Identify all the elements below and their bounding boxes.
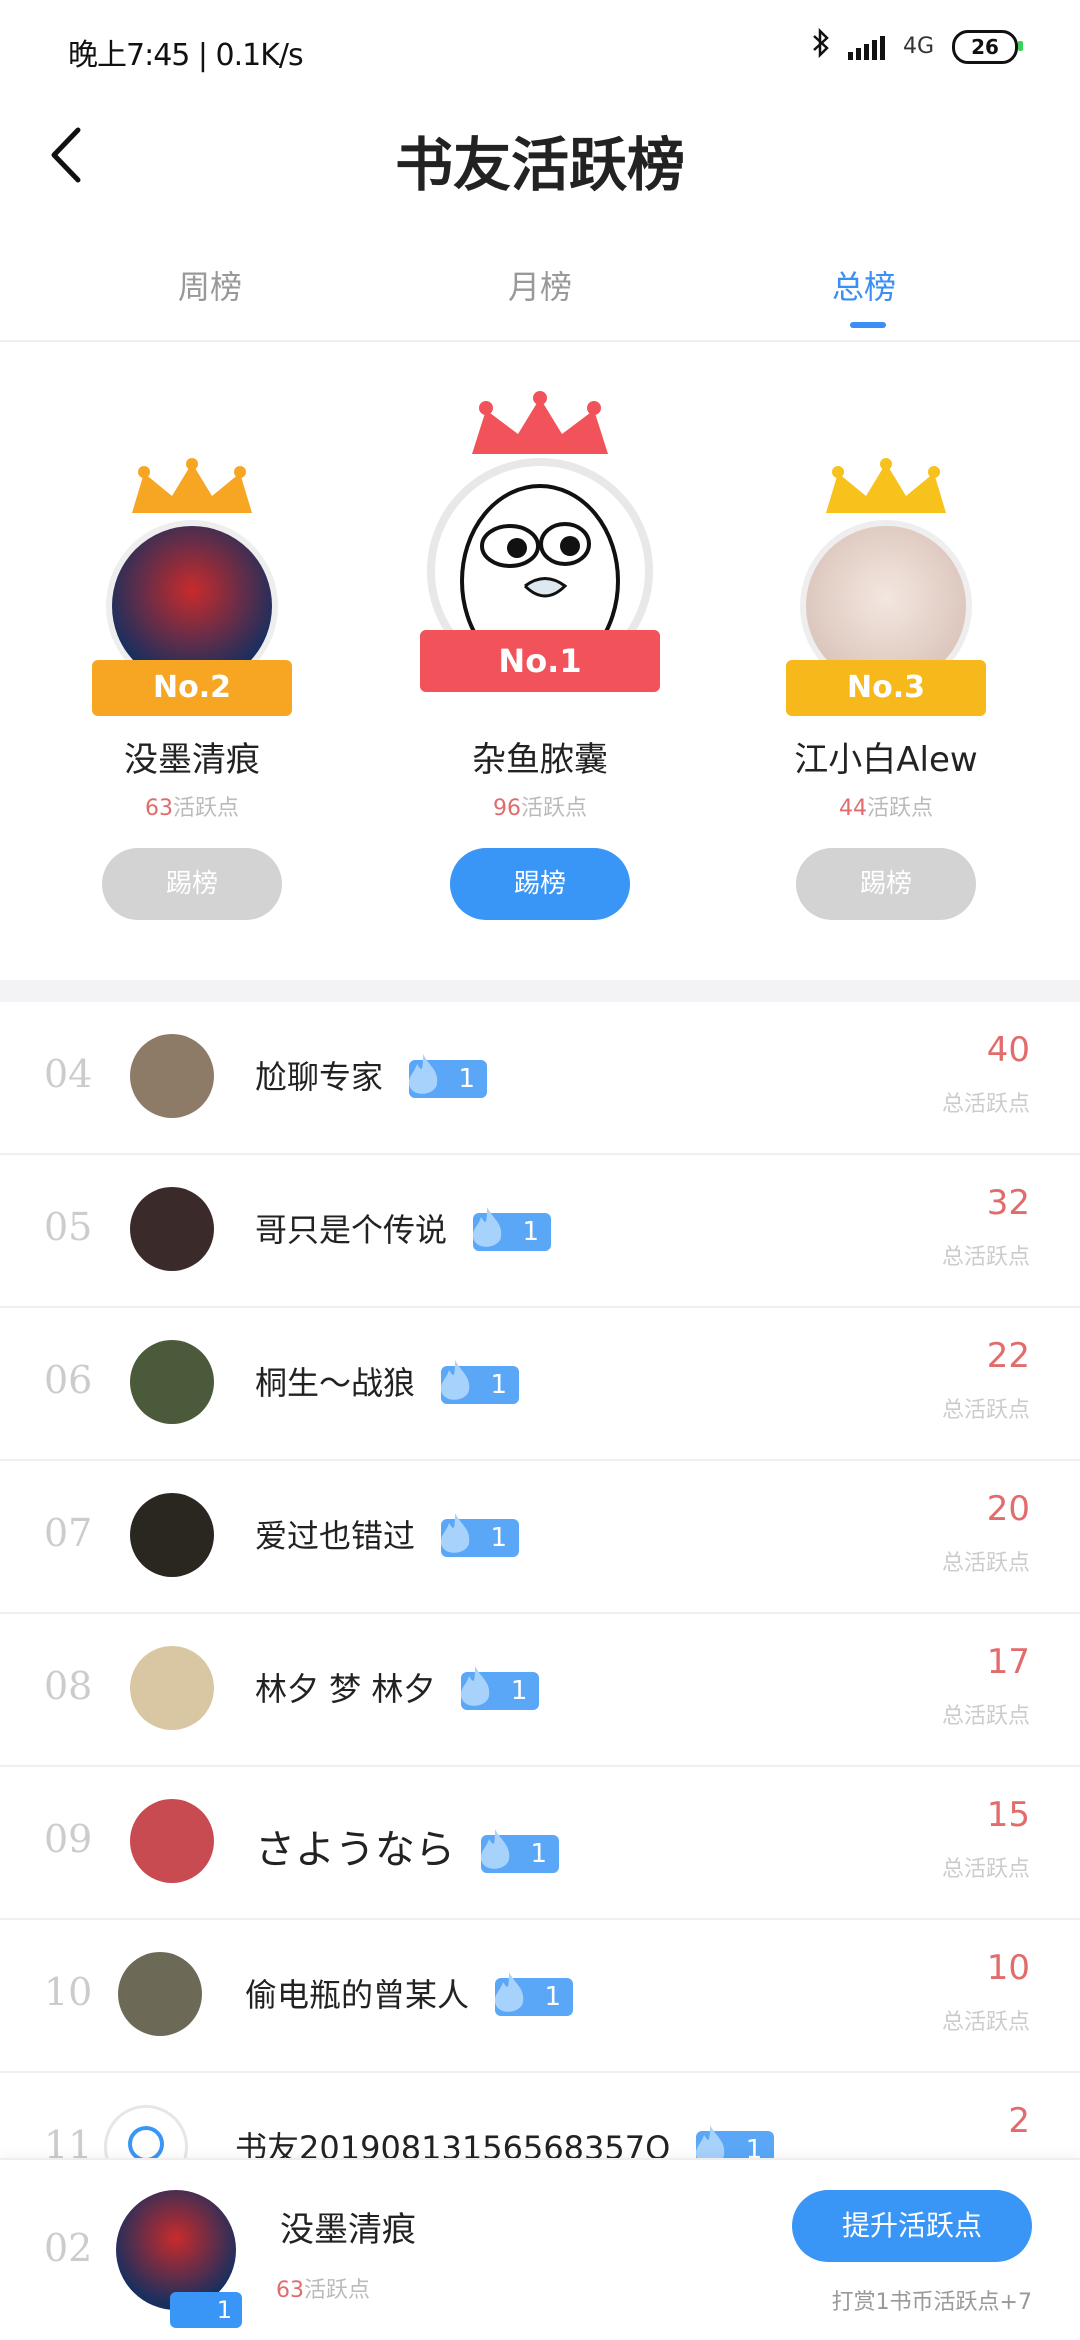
score: 17 [986,1642,1030,1682]
user-name: さようなら [255,1827,455,1873]
podium-second: No.2 没墨清痕 63活跃点 踢榜 [42,340,342,980]
score: 15 [986,1795,1030,1835]
network-type: 4G [902,34,934,59]
flame-icon [461,1666,490,1706]
podium-first: No.1 杂鱼脓囊 96活跃点 踢榜 [390,340,690,980]
podium-name: 江小白Alew [794,740,978,780]
level-badge: 1 [440,1513,520,1557]
rank-number: 04 [44,1052,93,1096]
score: 22 [986,1336,1030,1376]
rank-number: 08 [44,1664,93,1708]
rank-number: 05 [44,1205,93,1249]
score-label: 总活跃点 [941,1551,1030,1576]
kick-button[interactable]: 踢榜 [450,848,630,920]
list-item[interactable]: 08 林夕 梦 林夕 1 17 总活跃点 [0,1614,1080,1767]
score-label: 总活跃点 [941,1092,1030,1117]
flame-icon [408,1054,438,1094]
section-divider [0,980,1080,1002]
list-item[interactable]: 04 尬聊专家 1 40 总活跃点 [0,1002,1080,1155]
user-name: 尬聊专家 [255,1058,384,1096]
score: 2 [1008,2101,1030,2141]
boost-hint: 打赏1书币活跃点+7 [831,2290,1032,2315]
bluetooth-icon [812,27,830,65]
score-label: 总活跃点 [941,1398,1030,1423]
score-label: 总活跃点 [941,1857,1030,1882]
level-badge: 1 [440,1360,520,1404]
header: 书友活跃榜 [0,100,1080,210]
score: 40 [986,1030,1030,1070]
tab-monthly[interactable]: 月榜 [508,262,572,308]
podium-third: No.3 江小白Alew 44活跃点 踢榜 [736,340,1036,980]
my-name: 没墨清痕 [280,2210,416,2250]
rank-ribbon: No.3 [786,660,986,716]
list-item[interactable]: 06 桐生～战狼 1 22 总活跃点 [0,1308,1080,1461]
score-label: 总活跃点 [941,1245,1030,1270]
boost-activity-button[interactable]: 提升活跃点 [792,2190,1032,2262]
podium: No.2 没墨清痕 63活跃点 踢榜 No.1 杂鱼脓囊 96活跃点 踢榜 No… [0,340,1080,980]
rank-number: 10 [44,1970,93,2014]
user-name: 爱过也错过 [255,1517,416,1555]
avatar[interactable] [130,1799,214,1883]
user-name: 林夕 梦 林夕 [255,1670,436,1708]
flame-icon [472,1207,502,1247]
podium-name: 没墨清痕 [124,740,260,780]
status-time: 晚上7:45 | 0.1K/s [68,38,304,73]
kick-button[interactable]: 踢榜 [102,848,282,920]
my-level-badge: 1 [170,2292,242,2328]
tab-bar: 周榜 月榜 总榜 [0,240,1080,342]
rank-number: 06 [44,1358,93,1402]
crown-icon [132,458,252,513]
level-badge: 1 [480,1829,559,1873]
flame-icon [480,1829,510,1869]
flame-icon [440,1360,470,1400]
rank-number: 09 [44,1817,93,1861]
ranking-list: 04 尬聊专家 1 40 总活跃点 05 哥只是个传说 1 32 总活跃点 06 桐… [0,1002,1080,2226]
podium-name: 杂鱼脓囊 [472,740,608,780]
score: 10 [986,1948,1030,1988]
crown-icon [472,391,608,454]
page-title: 书友活跃榜 [394,131,685,199]
list-item[interactable]: 10 偷电瓶的曾某人 1 10 总活跃点 [0,1920,1080,2073]
podium-score: 63活跃点 [144,796,239,821]
list-item[interactable]: 09 さようなら 1 15 总活跃点 [0,1767,1080,1920]
signal-icon [847,34,885,60]
avatar[interactable] [130,1034,214,1118]
flame-icon [494,1972,524,2012]
level-badge: 1 [472,1207,552,1251]
avatar[interactable] [130,1187,214,1271]
score-label: 总活跃点 [941,2010,1030,2035]
rank-ribbon: No.2 [92,660,292,716]
user-name: 哥只是个传说 [255,1211,448,1249]
user-name: 偷电瓶的曾某人 [245,1976,470,2014]
level-badge: 1 [461,1666,540,1710]
score-label: 总活跃点 [941,1704,1030,1729]
kick-button[interactable]: 踢榜 [796,848,976,920]
avatar[interactable] [118,1952,202,2036]
level-badge: 1 [408,1054,488,1098]
list-item[interactable]: 05 哥只是个传说 1 32 总活跃点 [0,1155,1080,1308]
podium-score: 44活跃点 [838,796,933,821]
avatar[interactable] [130,1340,214,1424]
rank-number: 07 [44,1511,93,1555]
score: 20 [986,1489,1030,1529]
list-item[interactable]: 07 爱过也错过 1 20 总活跃点 [0,1461,1080,1614]
tab-indicator [850,322,886,328]
score: 32 [986,1183,1030,1223]
tab-weekly[interactable]: 周榜 [178,262,242,308]
flame-icon [440,1513,470,1553]
level-badge: 1 [494,1972,574,2016]
status-bar: 晚上7:45 | 0.1K/s 4G 26 [0,0,1080,100]
my-score: 63活跃点 [276,2278,371,2303]
tab-total[interactable]: 总榜 [832,262,896,308]
my-rank-number: 02 [44,2226,93,2270]
avatar[interactable] [130,1646,214,1730]
avatar[interactable] [130,1493,214,1577]
rank-ribbon: No.1 [420,630,660,692]
user-name: 桐生～战狼 [255,1364,416,1402]
crown-icon [826,458,946,513]
podium-score: 96活跃点 [492,796,587,821]
battery-icon: 26 [952,29,1023,64]
my-rank-bar: 02 1 没墨清痕 63活跃点 提升活跃点 打赏1书币活跃点+7 [0,2158,1080,2340]
